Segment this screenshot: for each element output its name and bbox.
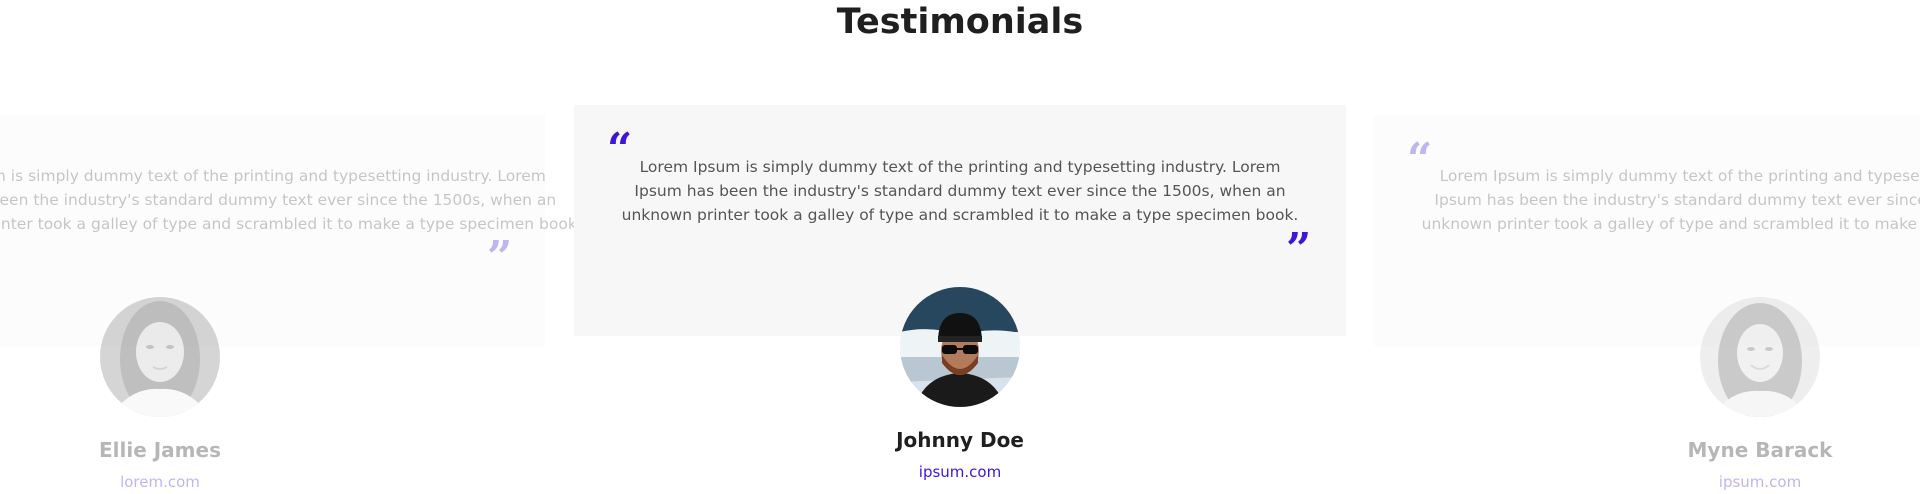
avatar-johnny-doe — [900, 287, 1020, 407]
person-site-link[interactable]: lorem.com — [10, 472, 310, 492]
bearded-man-beanie-photo-icon — [900, 287, 1020, 407]
testimonial-line: Ipsum has been the industry's standard d… — [1434, 191, 1920, 209]
section-title: Testimonials — [836, 2, 1084, 42]
person-site-link[interactable]: ipsum.com — [810, 462, 1110, 482]
close-quote-icon: ” — [487, 238, 513, 274]
testimonial-text: Lorem Ipsum is simply dummy text of the … — [1410, 164, 1920, 236]
woman-portrait-photo-icon — [100, 297, 220, 417]
avatar-myne-barack — [1700, 297, 1820, 417]
testimonial-line: Lorem Ipsum is simply dummy text of the … — [0, 167, 546, 185]
testimonial-line: Lorem Ipsum is simply dummy text of the … — [639, 158, 1281, 176]
testimonial-line: Ipsum has been the industry's standard d… — [0, 191, 557, 209]
person-site-link[interactable]: ipsum.com — [1610, 472, 1910, 492]
woman-smiling-photo-icon — [1700, 297, 1820, 417]
testimonial-line: unknown printer took a galley of type an… — [621, 206, 1299, 224]
close-quote-icon: ” — [1286, 230, 1312, 266]
testimonial-line: unknown printer took a galley of type an… — [1421, 215, 1920, 233]
person-name: Ellie James — [98, 438, 221, 462]
testimonial-line: Lorem Ipsum is simply dummy text of the … — [1439, 167, 1920, 185]
person-name: Johnny Doe — [896, 428, 1024, 452]
testimonial-text: Lorem Ipsum is simply dummy text of the … — [0, 164, 582, 236]
testimonial-line: Ipsum has been the industry's standard d… — [634, 182, 1286, 200]
person-name: Myne Barack — [1687, 438, 1833, 462]
testimonial-line: unknown printer took a galley of type an… — [0, 215, 582, 233]
avatar-ellie-james — [100, 297, 220, 417]
testimonial-text: Lorem Ipsum is simply dummy text of the … — [610, 155, 1310, 227]
